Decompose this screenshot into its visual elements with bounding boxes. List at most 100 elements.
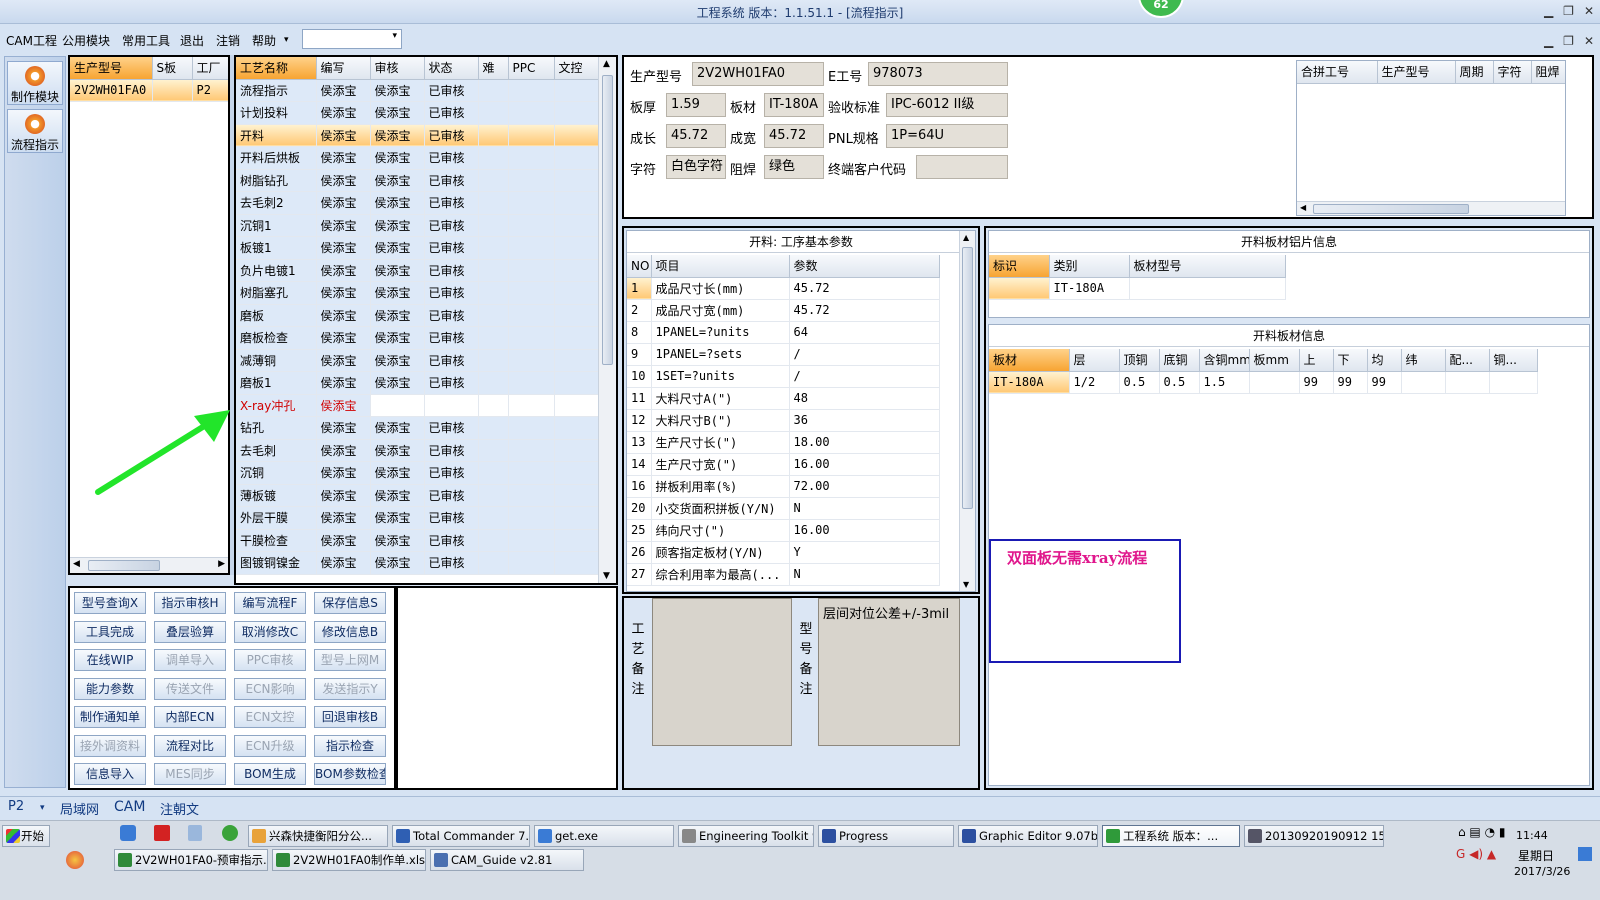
sidebar-item-flow-instructions[interactable]: ● 流程指示 xyxy=(7,109,63,153)
param-item-cell[interactable]: 大料尺寸B(") xyxy=(651,409,790,432)
col-header[interactable]: 状态 xyxy=(424,57,479,80)
process-name-cell[interactable]: 流程指示 xyxy=(236,79,317,102)
difficulty-cell[interactable] xyxy=(478,169,509,192)
process-name-cell[interactable]: X-ray冲孔 xyxy=(236,394,317,417)
col-header[interactable]: 配... xyxy=(1445,349,1490,372)
process-name-cell[interactable]: 树脂塞孔 xyxy=(236,281,317,305)
start-button[interactable]: 开始 xyxy=(2,825,50,847)
pnl-field[interactable]: 1P=64U xyxy=(886,124,1008,148)
difficulty-cell[interactable] xyxy=(478,124,509,147)
ppc-cell[interactable] xyxy=(508,326,555,350)
process-memo-field[interactable] xyxy=(652,598,792,746)
model-cell[interactable]: 2V2WH01FA0 xyxy=(70,79,153,102)
board-cell[interactable] xyxy=(1489,371,1538,394)
param-item-cell[interactable]: 1PANEL=?units xyxy=(651,321,790,344)
tray-icons[interactable]: ⌂ ▤ ◔ ▮ xyxy=(1458,825,1505,839)
table-row[interactable]: 干膜检查 侯添宝 侯添宝 已审核 xyxy=(236,529,599,552)
board-cell[interactable]: 99 xyxy=(1299,371,1334,394)
param-value-cell[interactable]: N xyxy=(789,497,940,520)
table-row[interactable]: 10 1SET=?units / xyxy=(627,365,940,388)
status-cell[interactable]: 已审核 xyxy=(424,191,479,215)
reviewer-cell[interactable]: 侯添宝 xyxy=(370,349,425,372)
author-cell[interactable]: 侯添宝 xyxy=(316,416,371,440)
status-cell[interactable]: 已审核 xyxy=(424,169,479,192)
chevron-down-icon[interactable]: ▾ xyxy=(40,803,45,813)
col-header[interactable]: 含铜mm xyxy=(1199,349,1250,372)
taskbar-button[interactable]: Graphic Editor 9.07b2... xyxy=(958,825,1098,847)
status-cell[interactable]: 已审核 xyxy=(424,506,479,530)
ppc-cell[interactable] xyxy=(508,439,555,462)
board-cell[interactable]: 1.5 xyxy=(1199,371,1250,394)
author-cell[interactable]: 侯添宝 xyxy=(316,506,371,530)
process-name-cell[interactable]: 磨板 xyxy=(236,304,317,327)
col-header[interactable]: 项目 xyxy=(651,255,790,278)
param-item-cell[interactable]: 生产尺寸长(") xyxy=(651,431,790,454)
taskbar-button[interactable]: 20130920190912 15.... xyxy=(1244,825,1384,847)
factory-cell[interactable]: P2 xyxy=(192,79,228,102)
action-button[interactable]: 信息导入 xyxy=(74,763,146,785)
param-no-cell[interactable]: 27 xyxy=(627,563,652,586)
reviewer-cell[interactable]: 侯添宝 xyxy=(370,281,425,305)
col-header[interactable]: NO xyxy=(627,255,652,278)
reviewer-cell[interactable]: 侯添宝 xyxy=(370,259,425,282)
action-button[interactable]: 型号上网M xyxy=(314,649,386,671)
ppc-cell[interactable] xyxy=(508,461,555,485)
col-header[interactable]: 均 xyxy=(1367,349,1402,372)
param-no-cell[interactable]: 1 xyxy=(627,277,652,300)
col-header[interactable]: 板材型号 xyxy=(1129,255,1286,278)
author-cell[interactable]: 侯添宝 xyxy=(316,529,371,552)
menu-tools[interactable]: 常用工具 xyxy=(122,32,170,49)
col-header[interactable]: 参数 xyxy=(789,255,940,278)
table-row[interactable]: 25 纬向尺寸(") 16.00 xyxy=(627,519,940,542)
doc-control-cell[interactable] xyxy=(554,551,599,575)
reviewer-cell[interactable]: 侯添宝 xyxy=(370,146,425,170)
author-cell[interactable]: 侯添宝 xyxy=(316,79,371,102)
table-row[interactable]: 磨板 侯添宝 侯添宝 已审核 xyxy=(236,304,599,327)
table-row[interactable]: 计划投料 侯添宝 侯添宝 已审核 xyxy=(236,101,599,125)
param-value-cell[interactable]: / xyxy=(789,365,940,388)
table-row[interactable]: 13 生产尺寸长(") 18.00 xyxy=(627,431,940,454)
scroll-thumb[interactable] xyxy=(1313,204,1469,214)
scroll-up-icon[interactable]: ▲ xyxy=(603,59,610,69)
status-cell[interactable]: 已审核 xyxy=(424,349,479,372)
vertical-scrollbar[interactable]: ▲ ▼ xyxy=(598,57,616,583)
menu-dropdown-icon[interactable]: ▾ xyxy=(284,35,289,45)
process-name-cell[interactable]: 去毛刺2 xyxy=(236,191,317,215)
col-header[interactable]: 编写 xyxy=(316,57,371,80)
doc-control-cell[interactable] xyxy=(554,484,599,507)
col-header[interactable]: 生产型号 xyxy=(70,57,153,80)
difficulty-cell[interactable] xyxy=(478,101,509,125)
taskbar-button[interactable]: Engineering Toolkit 9.... xyxy=(678,825,814,847)
difficulty-cell[interactable] xyxy=(478,146,509,170)
action-button[interactable]: ECN文控 xyxy=(234,706,306,728)
col-header[interactable]: 难 xyxy=(478,57,509,80)
table-row[interactable]: 树脂钻孔 侯添宝 侯添宝 已审核 xyxy=(236,169,599,192)
mdi-restore-icon[interactable]: ❐ xyxy=(1563,34,1574,48)
difficulty-cell[interactable] xyxy=(478,439,509,462)
material-field[interactable]: IT-180A xyxy=(764,93,824,117)
action-button[interactable]: ECN影响 xyxy=(234,677,306,700)
difficulty-cell[interactable] xyxy=(478,281,509,305)
doc-control-cell[interactable] xyxy=(554,124,599,147)
reviewer-cell[interactable]: 侯添宝 xyxy=(370,416,425,440)
difficulty-cell[interactable] xyxy=(478,484,509,507)
table-row[interactable]: 1 成品尺寸长(mm) 45.72 xyxy=(627,277,940,300)
ppc-cell[interactable] xyxy=(508,146,555,170)
reviewer-cell[interactable]: 侯添宝 xyxy=(370,79,425,102)
ppc-cell[interactable] xyxy=(508,484,555,507)
doc-control-cell[interactable] xyxy=(554,416,599,440)
param-value-cell[interactable]: 45.72 xyxy=(789,299,940,322)
action-button[interactable]: 编写流程F xyxy=(234,592,306,614)
doc-control-cell[interactable] xyxy=(554,101,599,125)
table-row[interactable]: 8 1PANEL=?units 64 xyxy=(627,321,940,344)
col-header[interactable]: 周期 xyxy=(1455,61,1494,84)
action-button[interactable]: 回退审核B xyxy=(314,706,386,728)
action-button[interactable]: 型号查询X xyxy=(74,592,146,614)
difficulty-cell[interactable] xyxy=(478,79,509,102)
reviewer-cell[interactable]: 侯添宝 xyxy=(370,371,425,395)
thickness-field[interactable]: 1.59 xyxy=(666,93,726,117)
doc-control-cell[interactable] xyxy=(554,281,599,305)
col-header[interactable]: 底铜 xyxy=(1159,349,1200,372)
param-item-cell[interactable]: 拼板利用率(%) xyxy=(651,475,790,498)
doc-control-cell[interactable] xyxy=(554,304,599,327)
